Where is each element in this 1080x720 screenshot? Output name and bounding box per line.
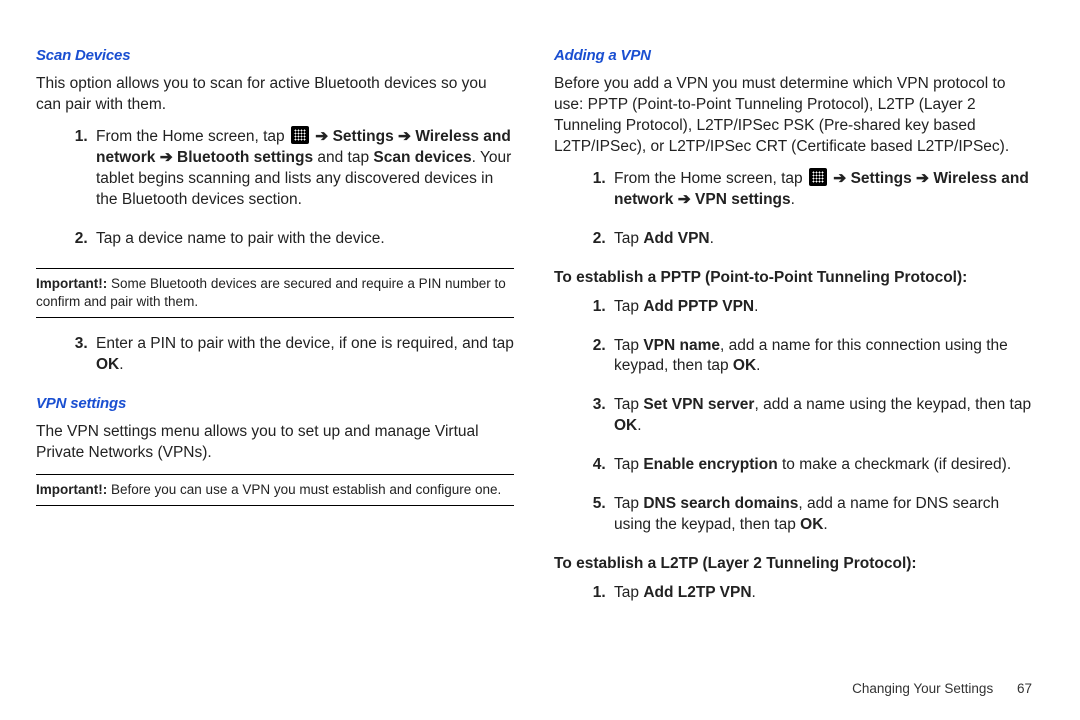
step-3: Enter a PIN to pair with the device, if … (92, 334, 514, 376)
step-1: From the Home screen, tap ➔ Settings ➔ W… (610, 168, 1032, 211)
step-2: Tap Add VPN. (610, 229, 1032, 250)
para-vpn-intro: The VPN settings menu allows you to set … (36, 422, 514, 464)
pptp-step-1: Tap Add PPTP VPN. (610, 297, 1032, 318)
steps-scan-cont: Enter a PIN to pair with the device, if … (36, 334, 514, 376)
important-note-vpn: Important!: Before you can use a VPN you… (36, 474, 514, 506)
steps-add-vpn: From the Home screen, tap ➔ Settings ➔ W… (554, 168, 1032, 250)
pptp-step-5: Tap DNS search domains, add a name for D… (610, 494, 1032, 536)
heading-scan-devices: Scan Devices (36, 46, 514, 66)
right-column: Adding a VPN Before you add a VPN you mu… (554, 40, 1032, 660)
apps-grid-icon (809, 168, 827, 186)
steps-l2tp: Tap Add L2TP VPN. (554, 583, 1032, 604)
page-spread: Scan Devices This option allows you to s… (0, 0, 1080, 680)
left-column: Scan Devices This option allows you to s… (36, 40, 514, 660)
steps-pptp: Tap Add PPTP VPN. Tap VPN name, add a na… (554, 297, 1032, 536)
steps-scan: From the Home screen, tap ➔ Settings ➔ W… (36, 126, 514, 250)
pptp-step-2: Tap VPN name, add a name for this connec… (610, 336, 1032, 378)
subhead-l2tp: To establish a L2TP (Layer 2 Tunneling P… (554, 554, 1032, 575)
l2tp-step-1: Tap Add L2TP VPN. (610, 583, 1032, 604)
pptp-step-3: Tap Set VPN server, add a name using the… (610, 395, 1032, 437)
page-footer: Changing Your Settings 67 (852, 680, 1032, 698)
subhead-pptp: To establish a PPTP (Point-to-Point Tunn… (554, 268, 1032, 289)
para-adding-vpn-intro: Before you add a VPN you must determine … (554, 74, 1032, 158)
step-2: Tap a device name to pair with the devic… (92, 229, 514, 250)
heading-vpn-settings: VPN settings (36, 394, 514, 414)
heading-adding-vpn: Adding a VPN (554, 46, 1032, 66)
page-number: 67 (1017, 681, 1032, 696)
apps-grid-icon (291, 126, 309, 144)
important-note-bluetooth: Important!: Some Bluetooth devices are s… (36, 268, 514, 318)
footer-section: Changing Your Settings (852, 681, 993, 696)
pptp-step-4: Tap Enable encryption to make a checkmar… (610, 455, 1032, 476)
step-1: From the Home screen, tap ➔ Settings ➔ W… (92, 126, 514, 211)
para-scan-intro: This option allows you to scan for activ… (36, 74, 514, 116)
